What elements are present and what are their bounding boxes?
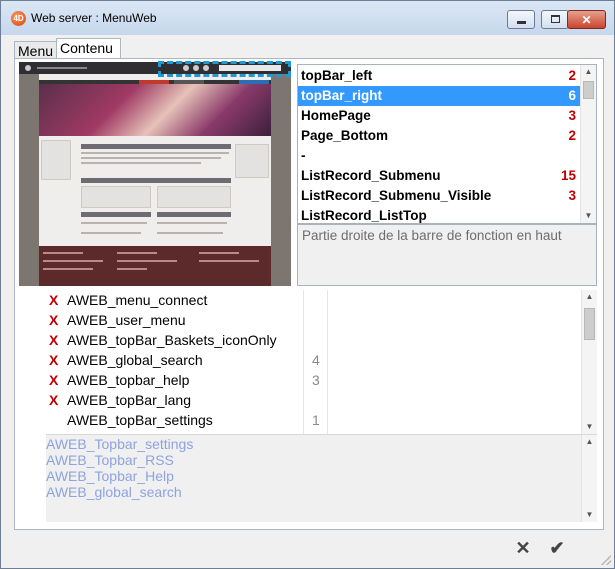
main-window: 4D Web server : MenuWeb ✕ Menu Contenu t… — [0, 0, 615, 569]
remove-icon[interactable]: X — [49, 370, 58, 390]
close-icon: ✕ — [515, 538, 531, 558]
preview-section-bar — [81, 144, 231, 149]
scroll-down-icon[interactable]: ▼ — [582, 420, 597, 434]
window-title: Web server : MenuWeb — [31, 11, 157, 25]
list-item[interactable]: X AWEB_user_menu — [46, 310, 326, 330]
preview-logo-icon — [25, 65, 31, 71]
list-item[interactable]: AWEB_global_search — [46, 484, 182, 500]
remove-icon[interactable]: X — [49, 390, 58, 410]
available-component-list[interactable]: AWEB_Topbar_settings AWEB_Topbar_RSS AWE… — [46, 434, 597, 522]
list-item[interactable]: X AWEB_topBar_lang — [46, 390, 326, 410]
list-item[interactable]: topBar_left 2 — [298, 66, 581, 86]
list-item[interactable]: X AWEB_topbar_help 3 — [46, 370, 326, 390]
close-icon: ✕ — [581, 13, 592, 27]
scroll-thumb[interactable] — [584, 308, 595, 340]
minimize-button[interactable] — [507, 10, 535, 29]
remove-icon[interactable]: X — [49, 290, 58, 310]
maximize-button[interactable] — [541, 10, 569, 29]
list-item[interactable]: AWEB_Topbar_Help — [46, 468, 174, 484]
list-item[interactable]: ListRecord_ListTop — [298, 206, 581, 223]
component-list-scrollbar[interactable]: ▲ ▼ — [581, 290, 597, 434]
resize-grip[interactable] — [601, 555, 611, 565]
slot-description: Partie droite de la barre de fonction en… — [297, 224, 597, 286]
tab-menu[interactable]: Menu — [14, 41, 58, 59]
available-list-scrollbar[interactable]: ▲ ▼ — [581, 435, 597, 522]
list-item[interactable]: ListRecord_Submenu_Visible 3 — [298, 186, 581, 206]
selected-slot-highlight — [158, 61, 291, 77]
preview-sidebar — [41, 140, 71, 180]
minimize-icon — [517, 21, 526, 24]
page-preview-image[interactable] — [19, 62, 291, 286]
list-item[interactable]: X AWEB_menu_connect — [46, 290, 326, 310]
slot-list[interactable]: topBar_left 2 topBar_right 6 HomePage 3 Pag… — [297, 64, 597, 224]
component-list[interactable]: X AWEB_menu_connect X AWEB_user_menu X A… — [46, 290, 597, 434]
scroll-thumb[interactable] — [583, 81, 594, 99]
checkmark-icon: ✔ — [549, 538, 565, 558]
scroll-up-icon[interactable]: ▲ — [581, 65, 596, 79]
list-item[interactable]: X AWEB_global_search 4 — [46, 350, 326, 370]
list-item[interactable]: X AWEB_topBar_Baskets_iconOnly — [46, 330, 326, 350]
list-item[interactable]: - — [298, 146, 581, 166]
list-item[interactable]: HomePage 3 — [298, 106, 581, 126]
maximize-icon — [551, 15, 560, 23]
list-item[interactable]: AWEB_Topbar_settings — [46, 436, 193, 452]
preview-topbar-text — [37, 67, 87, 69]
app-icon: 4D — [11, 11, 26, 26]
ok-button[interactable]: ✔ — [545, 536, 569, 560]
preview-hero-banner — [39, 84, 271, 136]
list-item[interactable]: AWEB_topBar_settings 1 — [46, 410, 326, 430]
remove-icon[interactable]: X — [49, 330, 58, 350]
tab-contenu[interactable]: Contenu — [56, 38, 121, 59]
scroll-down-icon[interactable]: ▼ — [582, 508, 597, 522]
title-bar[interactable]: 4D Web server : MenuWeb ✕ — [1, 1, 614, 35]
scroll-up-icon[interactable]: ▲ — [582, 290, 597, 304]
remove-icon[interactable]: X — [49, 350, 58, 370]
close-button[interactable]: ✕ — [567, 10, 606, 29]
scroll-up-icon[interactable]: ▲ — [582, 435, 597, 449]
remove-icon[interactable]: X — [49, 310, 58, 330]
list-item-selected[interactable]: topBar_right 6 — [298, 86, 581, 106]
cancel-button[interactable]: ✕ — [511, 536, 535, 560]
list-item[interactable]: AWEB_Topbar_RSS — [46, 452, 174, 468]
scroll-down-icon[interactable]: ▼ — [581, 209, 596, 223]
list-item[interactable]: ListRecord_Submenu 15 — [298, 166, 581, 186]
preview-footer — [39, 246, 271, 286]
slot-list-scrollbar[interactable]: ▲ ▼ — [580, 65, 596, 223]
list-item[interactable]: Page_Bottom 2 — [298, 126, 581, 146]
